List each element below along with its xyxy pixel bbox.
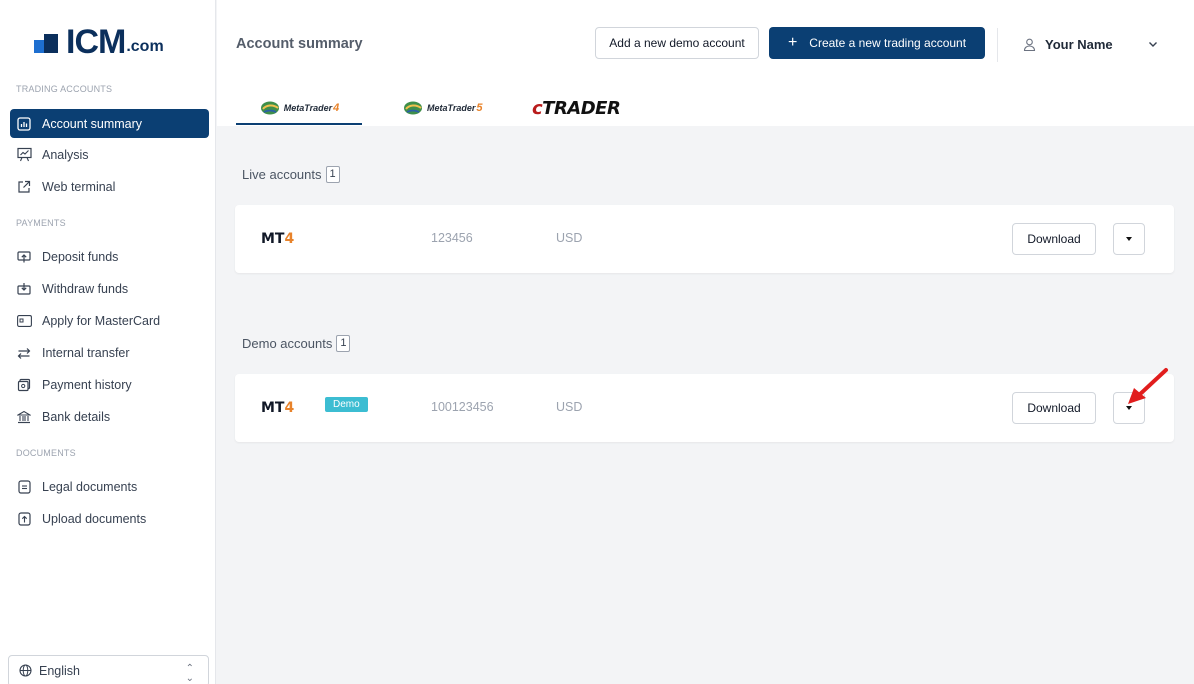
account-number: 123456 — [431, 231, 473, 245]
metatrader-globe-icon — [404, 101, 422, 115]
live-accounts-title: Live accounts — [242, 167, 322, 182]
sidebar-item-payment-history[interactable]: Payment history — [10, 370, 209, 399]
card-icon — [16, 313, 32, 329]
tab-brand: MetaTrader — [283, 103, 333, 113]
caret-down-icon — [1126, 237, 1132, 241]
ctrader-logo: cTRADER — [532, 97, 621, 119]
metatrader-globe-icon — [260, 101, 279, 115]
document-icon — [16, 479, 32, 495]
sidebar-item-bank-details[interactable]: Bank details — [10, 402, 209, 431]
sidebar-item-label: Deposit funds — [42, 249, 119, 264]
user-menu[interactable]: Your Name — [1023, 37, 1113, 52]
sidebar-item-label: Apply for MasterCard — [42, 313, 161, 328]
sidebar-item-analysis[interactable]: Analysis — [10, 140, 209, 169]
account-options-button[interactable] — [1113, 223, 1145, 255]
deposit-icon — [16, 249, 32, 265]
sidebar-item-label: Payment history — [42, 377, 132, 392]
logo-text: ICM — [66, 23, 126, 61]
section-label-documents: DOCUMENTS — [16, 448, 76, 458]
demo-accounts-heading: Demo accounts 1 — [242, 335, 351, 352]
history-icon — [16, 377, 32, 393]
demo-accounts-count: 1 — [336, 335, 351, 352]
section-label-payments: PAYMENTS — [16, 218, 66, 228]
withdraw-icon — [16, 281, 32, 297]
logo-suffix: .com — [126, 38, 164, 55]
sidebar-item-label: Bank details — [42, 409, 111, 424]
icm-logo[interactable]: ICM .com — [34, 22, 164, 62]
user-name: Your Name — [1045, 37, 1113, 52]
demo-account-card: MT4 Demo 100123456 USD Download — [235, 374, 1174, 442]
chevron-down-icon[interactable] — [1147, 38, 1159, 50]
chart-icon — [16, 116, 32, 132]
live-accounts-count: 1 — [325, 166, 340, 183]
create-trading-account-label: Create a new trading account — [809, 36, 967, 50]
section-label-trading-accounts: TRADING ACCOUNTS — [16, 84, 113, 94]
tab-metatrader-4[interactable]: MetaTrader 4 — [236, 92, 362, 125]
tab-brand: MetaTrader — [427, 103, 476, 113]
sidebar-item-deposit-funds[interactable]: Deposit funds — [10, 242, 209, 271]
metatrader5-logo: MetaTrader 5 — [402, 100, 482, 116]
annotation-arrow-icon — [1128, 368, 1168, 404]
language-value: English — [39, 664, 80, 678]
sidebar-item-apply-mastercard[interactable]: Apply for MasterCard — [10, 306, 209, 335]
create-trading-account-button[interactable]: + Create a new trading account — [769, 27, 985, 59]
upload-icon — [16, 511, 32, 527]
sidebar-item-label: Analysis — [42, 147, 89, 162]
sidebar-item-label: Internal transfer — [42, 345, 130, 360]
sidebar: ICM .com TRADING ACCOUNTS Account summar… — [0, 0, 216, 684]
demo-badge: Demo — [325, 397, 368, 412]
sidebar-item-upload-documents[interactable]: Upload documents — [10, 504, 209, 533]
download-button[interactable]: Download — [1012, 392, 1096, 424]
download-button[interactable]: Download — [1012, 223, 1096, 255]
account-currency: USD — [556, 231, 583, 245]
header: Account summary Add a new demo account +… — [217, 0, 1194, 126]
sidebar-item-label: Upload documents — [42, 511, 147, 526]
tab-metatrader-5[interactable]: MetaTrader 5 — [402, 92, 522, 124]
sidebar-item-label: Legal documents — [42, 479, 138, 494]
account-currency: USD — [556, 400, 583, 414]
add-demo-account-button[interactable]: Add a new demo account — [595, 27, 759, 59]
platform-label: MT4 — [261, 400, 295, 416]
sidebar-item-web-terminal[interactable]: Web terminal — [10, 172, 209, 201]
user-icon — [1023, 38, 1037, 52]
metatrader4-logo: MetaTrader 4 — [259, 100, 339, 116]
demo-accounts-title: Demo accounts — [242, 336, 333, 351]
tab-version: 4 — [333, 102, 340, 114]
account-number: 100123456 — [431, 400, 494, 414]
header-divider — [997, 28, 998, 62]
sidebar-item-internal-transfer[interactable]: Internal transfer — [10, 338, 209, 367]
sidebar-item-label: Web terminal — [42, 179, 116, 194]
live-account-card: MT4 123456 USD Download — [235, 205, 1174, 273]
external-link-icon — [16, 179, 32, 195]
globe-icon — [19, 664, 33, 678]
sidebar-item-legal-documents[interactable]: Legal documents — [10, 472, 209, 501]
logo-mark-icon — [34, 31, 64, 53]
tab-ctrader[interactable]: cTRADER — [532, 92, 652, 124]
plus-icon: + — [787, 34, 798, 51]
bank-icon — [16, 409, 32, 425]
transfer-icon — [16, 345, 32, 361]
presentation-icon — [16, 147, 32, 163]
language-select[interactable]: English ⌃ ⌄ — [8, 655, 209, 684]
sidebar-item-withdraw-funds[interactable]: Withdraw funds — [10, 274, 209, 303]
platform-label: MT4 — [261, 231, 295, 247]
sidebar-item-label: Withdraw funds — [42, 281, 129, 296]
tab-version: 5 — [476, 102, 483, 114]
updown-icon: ⌃ ⌄ — [185, 663, 194, 684]
page-title: Account summary — [236, 36, 363, 52]
sidebar-item-label: Account summary — [42, 116, 143, 131]
sidebar-item-account-summary[interactable]: Account summary — [10, 109, 209, 138]
live-accounts-heading: Live accounts 1 — [242, 166, 340, 183]
